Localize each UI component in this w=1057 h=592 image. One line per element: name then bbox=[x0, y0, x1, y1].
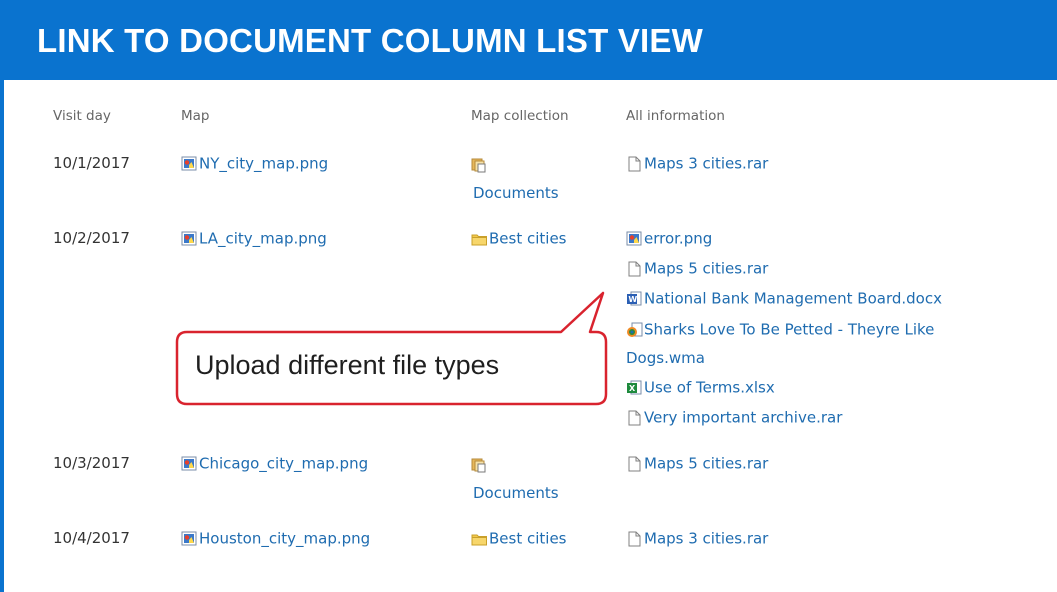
row-date: 10/3/2017 bbox=[53, 454, 130, 472]
generic-file-icon bbox=[626, 156, 643, 172]
map-link[interactable]: Chicago_city_map.png bbox=[181, 454, 368, 473]
info-file-link-continued[interactable]: Dogs.wma bbox=[626, 349, 705, 367]
generic-file-icon bbox=[626, 456, 643, 472]
column-header-all-information[interactable]: All information bbox=[626, 108, 725, 124]
excel-file-icon: X bbox=[626, 380, 643, 396]
list-view-page: LINK TO DOCUMENT COLUMN LIST VIEW Visit … bbox=[0, 0, 1057, 592]
svg-text:X: X bbox=[629, 384, 636, 393]
image-file-icon bbox=[181, 531, 198, 547]
generic-file-icon bbox=[626, 531, 643, 547]
image-file-icon bbox=[181, 456, 198, 472]
callout-text: Upload different file types bbox=[195, 350, 500, 380]
collection-link[interactable]: Best cities bbox=[471, 229, 567, 248]
info-file-link[interactable]: W National Bank Management Board.docx bbox=[626, 289, 942, 308]
info-file-link[interactable]: Very important archive.rar bbox=[626, 408, 842, 427]
row-date: 10/1/2017 bbox=[53, 154, 130, 172]
image-file-icon bbox=[626, 231, 643, 247]
collection-link-label[interactable]: Documents bbox=[473, 184, 559, 202]
media-file-icon bbox=[626, 322, 643, 338]
folder-icon bbox=[471, 231, 488, 247]
image-file-icon bbox=[181, 156, 198, 172]
row-date: 10/4/2017 bbox=[53, 529, 130, 547]
map-link[interactable]: Houston_city_map.png bbox=[181, 529, 370, 548]
image-file-icon bbox=[181, 231, 198, 247]
info-file-link[interactable]: Maps 5 cities.rar bbox=[626, 259, 768, 278]
row-date: 10/2/2017 bbox=[53, 229, 130, 247]
collection-link[interactable] bbox=[471, 455, 489, 473]
collection-link[interactable] bbox=[471, 155, 489, 173]
column-header-map-collection[interactable]: Map collection bbox=[471, 108, 569, 124]
generic-file-icon bbox=[626, 410, 643, 426]
info-file-link[interactable]: Maps 5 cities.rar bbox=[626, 454, 768, 473]
page-header: LINK TO DOCUMENT COLUMN LIST VIEW bbox=[0, 0, 1057, 80]
folder-icon bbox=[471, 531, 488, 547]
info-file-link[interactable]: error.png bbox=[626, 229, 712, 248]
info-file-link[interactable]: Maps 3 cities.rar bbox=[626, 529, 768, 548]
document-library-icon bbox=[471, 457, 488, 473]
column-header-visit-day[interactable]: Visit day bbox=[53, 108, 111, 124]
collection-link-label[interactable]: Documents bbox=[473, 484, 559, 502]
column-header-map[interactable]: Map bbox=[181, 108, 210, 124]
left-border bbox=[0, 80, 4, 592]
document-library-icon bbox=[471, 157, 488, 173]
info-file-link[interactable]: X Use of Terms.xlsx bbox=[626, 378, 775, 397]
info-file-link[interactable]: Sharks Love To Be Petted - Theyre Like bbox=[626, 320, 934, 339]
svg-text:W: W bbox=[628, 295, 637, 304]
word-file-icon: W bbox=[626, 291, 643, 307]
map-link[interactable]: LA_city_map.png bbox=[181, 229, 327, 248]
info-file-link[interactable]: Maps 3 cities.rar bbox=[626, 154, 768, 173]
map-link[interactable]: NY_city_map.png bbox=[181, 154, 328, 173]
page-title: LINK TO DOCUMENT COLUMN LIST VIEW bbox=[37, 22, 703, 59]
collection-link[interactable]: Best cities bbox=[471, 529, 567, 548]
generic-file-icon bbox=[626, 261, 643, 277]
